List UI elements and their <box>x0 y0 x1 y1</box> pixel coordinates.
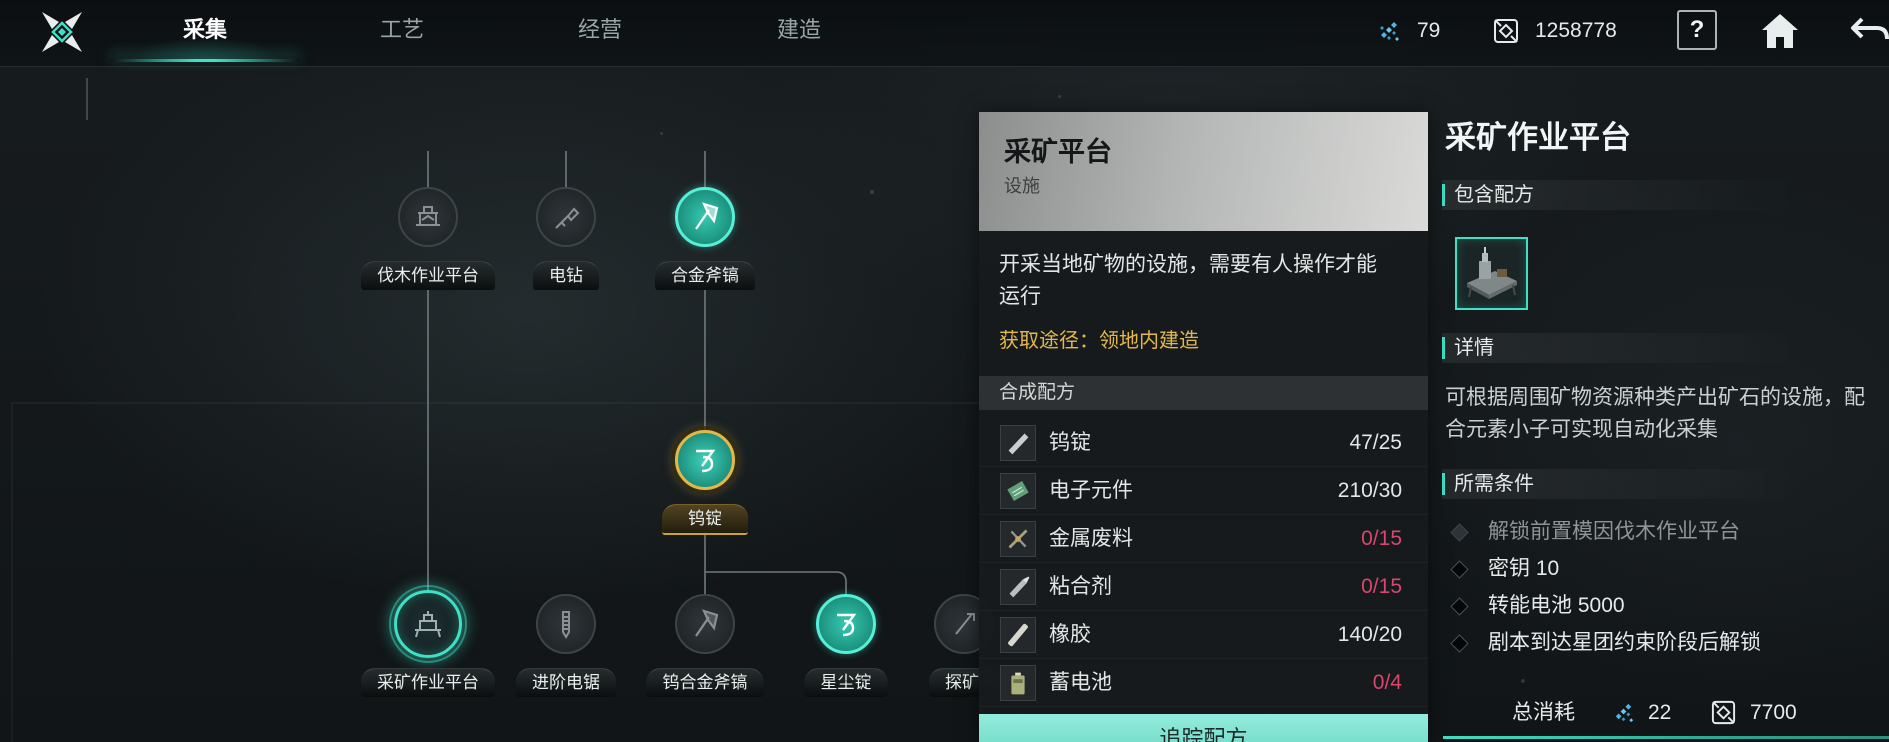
tab-gather[interactable]: 采集 <box>145 0 265 62</box>
crystal-icon <box>1375 17 1403 45</box>
node-label: 星尘锭 <box>804 668 888 697</box>
node-label: 电钻 <box>533 261 599 290</box>
lumber-platform-icon <box>398 187 458 247</box>
bullet-diamond-icon <box>1450 560 1469 579</box>
battery-icon <box>1000 665 1036 701</box>
drill-icon <box>536 187 596 247</box>
material-name: 蓄电池 <box>1049 671 1112 694</box>
material-row[interactable]: 电子元件 210/30 <box>979 467 1428 515</box>
tree-node-tungsten-axe-pick[interactable]: 钨合金斧镐 <box>630 594 780 698</box>
active-tab-underline <box>110 59 300 62</box>
requirement-item: 剧本到达星团约束阶段后解锁 <box>1445 624 1885 661</box>
tree-node-mining-platform[interactable]: 采矿作业平台 <box>353 585 503 698</box>
metal-scrap-icon <box>1000 521 1036 557</box>
mining-platform-icon <box>1467 247 1517 299</box>
help-button[interactable]: ? <box>1677 10 1717 50</box>
material-name: 钨锭 <box>1049 431 1091 454</box>
card-description: 开采当地矿物的设施，需要有人操作才能运行 <box>999 253 1377 308</box>
requirement-item: 转能电池 5000 <box>1445 587 1885 624</box>
info-title: 采矿作业平台 <box>1445 120 1631 155</box>
bullet-diamond-icon <box>1450 597 1469 616</box>
details-text-line: 可根据周围矿物资源种类产出矿石的设施，配 <box>1445 386 1865 409</box>
top-bar: 采集 工艺 经营 建造 79 1258778 ? <box>0 0 1889 67</box>
tree-node-alloy-axe-pick[interactable]: 合金斧镐 <box>630 187 780 291</box>
requirement-item: 解锁前置模因伐木作业平台 <box>1445 513 1885 550</box>
material-name: 橡胶 <box>1049 623 1091 646</box>
material-count: 0/15 <box>1361 575 1402 598</box>
chainsaw-icon <box>536 594 596 654</box>
material-count: 0/15 <box>1361 527 1402 550</box>
tree-node-tungsten-ingot[interactable]: 钨锭 <box>630 430 780 535</box>
crystal-count: 79 <box>1417 19 1441 42</box>
material-count: 210/30 <box>1337 479 1402 502</box>
tree-node-drill[interactable]: 电钻 <box>491 187 641 291</box>
tungsten-ingot-icon <box>1000 425 1036 461</box>
details-text-line: 合元素小子可实现自动化采集 <box>1445 418 1718 441</box>
total-cost-label: 总消耗 <box>1512 701 1575 724</box>
tab-manage[interactable]: 经营 <box>540 0 660 62</box>
requirement-text: 密钥 10 <box>1488 557 1560 580</box>
alloy-axe-pick-icon <box>675 187 735 247</box>
node-label: 采矿作业平台 <box>361 668 495 697</box>
item-detail-card: 采矿平台 设施 开采当地矿物的设施，需要有人操作才能运行 获取途径：领地内建造 … <box>979 112 1428 742</box>
section-header-requirements: 所需条件 <box>1442 469 1889 499</box>
back-arrow-icon[interactable] <box>1846 9 1889 53</box>
acquisition-source: 获取途径：领地内建造 <box>999 330 1199 352</box>
cube-currency-count: 1258778 <box>1535 19 1617 42</box>
included-recipe-slot[interactable] <box>1455 237 1528 310</box>
recipe-header: 合成配方 <box>979 376 1428 410</box>
bullet-diamond-icon <box>1450 634 1469 653</box>
card-header: 采矿平台 设施 <box>979 112 1428 231</box>
tab-build[interactable]: 建造 <box>739 0 859 62</box>
material-row[interactable]: 橡胶 140/20 <box>979 611 1428 659</box>
background-speck <box>1521 679 1525 683</box>
material-row[interactable]: 钨锭 47/25 <box>979 419 1428 467</box>
adhesive-icon <box>1000 569 1036 605</box>
material-count: 0/4 <box>1372 671 1402 694</box>
material-count: 47/25 <box>1349 431 1402 454</box>
cube-currency-icon <box>1492 17 1520 45</box>
tree-node-advanced-chainsaw[interactable]: 进阶电锯 <box>491 594 641 698</box>
material-row[interactable]: 金属废料 0/15 <box>979 515 1428 563</box>
node-label: 钨锭 <box>662 504 748 535</box>
material-name: 金属废料 <box>1049 527 1133 550</box>
requirement-text: 剧本到达星团约束阶段后解锁 <box>1488 631 1761 654</box>
material-name: 粘合剂 <box>1049 575 1112 598</box>
crystal-cost: 22 <box>1648 701 1672 724</box>
home-icon[interactable] <box>1758 9 1802 53</box>
stardust-ingot-icon <box>816 594 876 654</box>
material-list: 钨锭 47/25 电子元件 210/30 金属废料 0/15 粘合剂 0/15 <box>979 419 1428 707</box>
material-name: 电子元件 <box>1049 479 1133 502</box>
game-logo-icon[interactable] <box>40 10 84 54</box>
tree-node-lumber-platform[interactable]: 伐木作业平台 <box>353 187 503 291</box>
crystal-icon <box>1610 699 1637 726</box>
background-speck <box>1058 95 1061 98</box>
tungsten-axe-pick-icon <box>675 594 735 654</box>
tungsten-ingot-icon <box>675 430 735 490</box>
track-recipe-button[interactable]: 追踪配方 <box>979 714 1428 742</box>
requirement-item: 密钥 10 <box>1445 550 1885 587</box>
tab-craft[interactable]: 工艺 <box>342 0 462 62</box>
section-header-recipes: 包含配方 <box>1442 180 1889 210</box>
card-subtitle: 设施 <box>1004 176 1040 196</box>
material-count: 140/20 <box>1337 623 1402 646</box>
requirement-text: 转能电池 5000 <box>1488 594 1625 617</box>
mining-platform-icon <box>389 585 467 663</box>
rubber-icon <box>1000 617 1036 653</box>
requirement-text: 解锁前置模因伐木作业平台 <box>1488 520 1740 543</box>
material-row[interactable]: 粘合剂 0/15 <box>979 563 1428 611</box>
node-label: 进阶电锯 <box>516 668 616 697</box>
cube-currency-icon <box>1710 699 1737 726</box>
card-title: 采矿平台 <box>1004 137 1112 167</box>
section-header-details: 详情 <box>1442 333 1889 363</box>
node-label: 合金斧镐 <box>655 261 755 290</box>
panel-bottom-accent <box>1443 736 1889 739</box>
circuit-board-icon <box>1000 473 1036 509</box>
cube-currency-cost: 7700 <box>1750 701 1797 724</box>
node-label: 伐木作业平台 <box>361 261 495 290</box>
bullet-diamond-icon <box>1450 523 1469 542</box>
material-row[interactable]: 蓄电池 0/4 <box>979 659 1428 707</box>
node-label: 钨合金斧镐 <box>646 668 764 697</box>
